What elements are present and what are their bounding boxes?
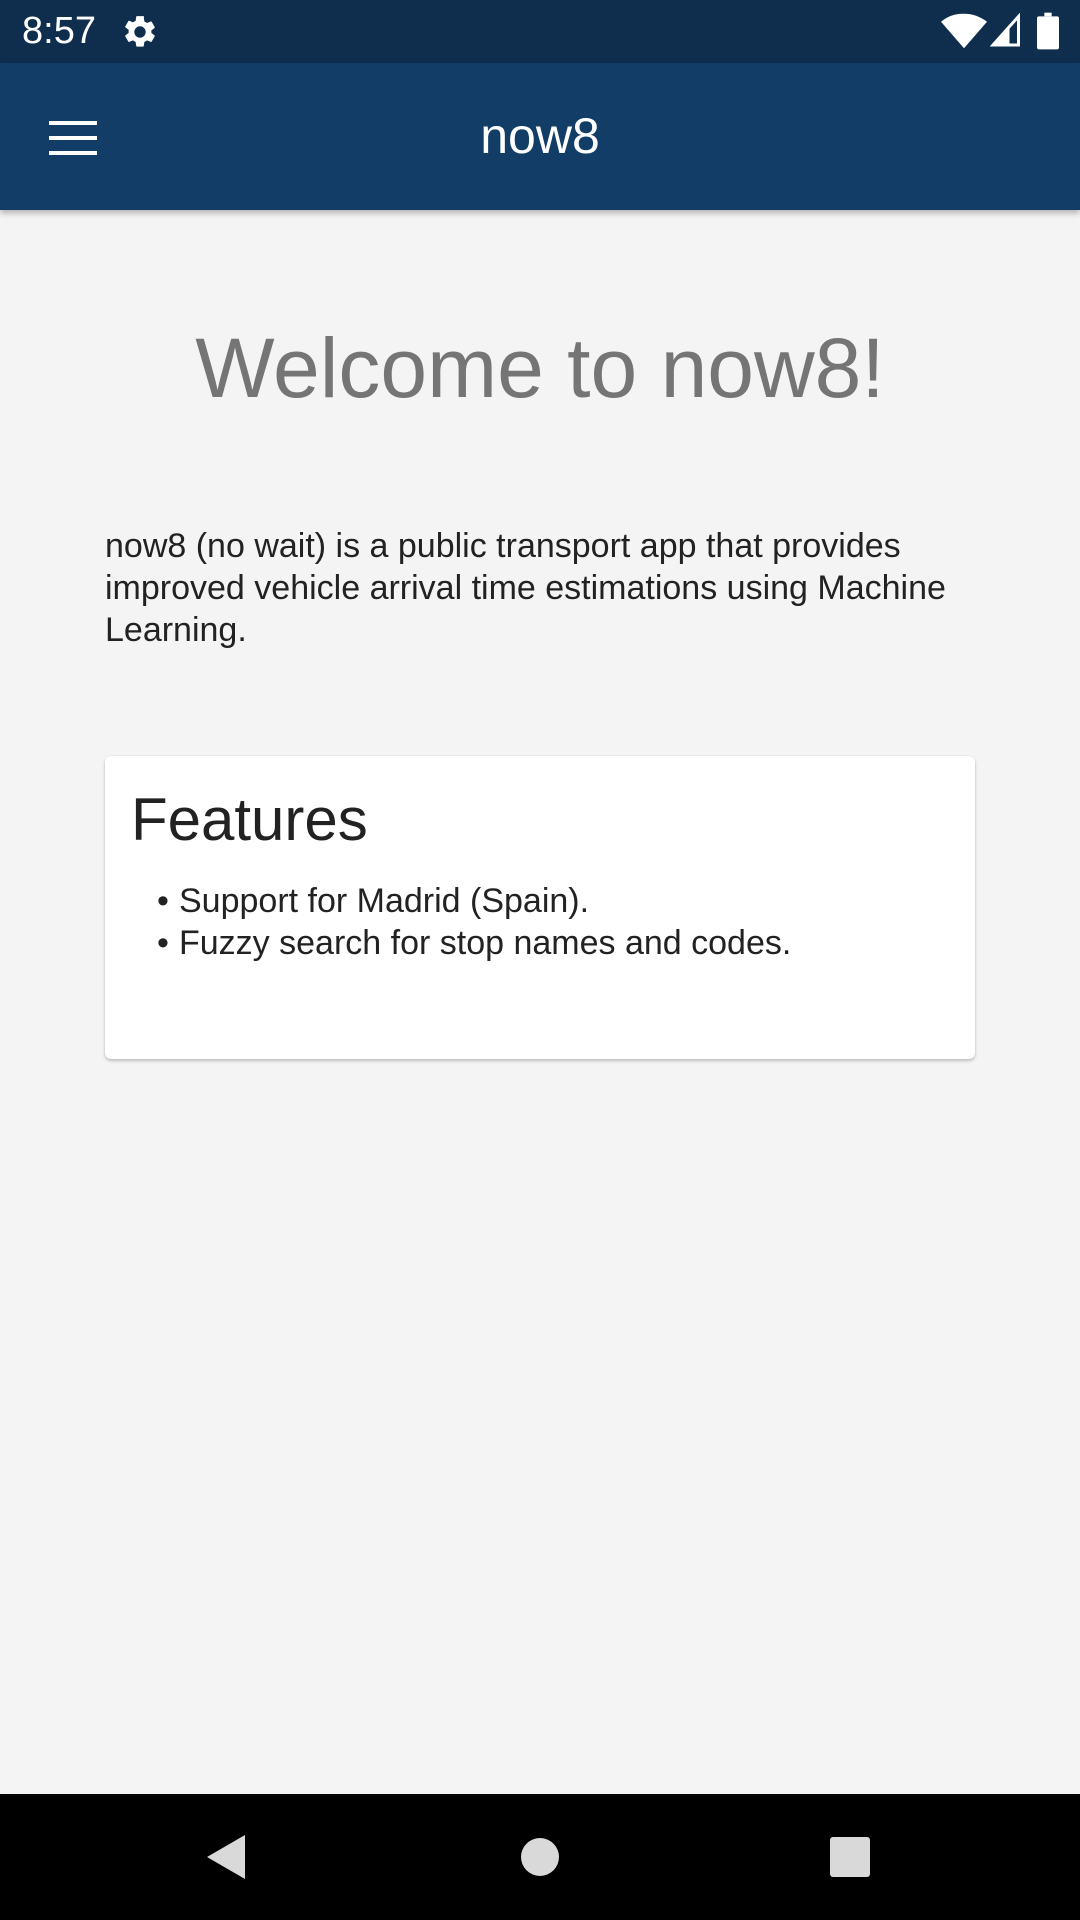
wifi-icon — [941, 13, 987, 49]
app-bar: now8 — [0, 63, 1080, 210]
menu-button[interactable] — [38, 103, 108, 173]
hamburger-menu-icon — [49, 121, 97, 155]
intro-text: now8 (no wait) is a public transport app… — [105, 527, 946, 649]
feature-text: Fuzzy search for stop names and codes. — [179, 924, 792, 962]
bullet: • — [157, 924, 169, 962]
navigation-bar — [0, 1794, 1080, 1920]
app-title: now8 — [480, 108, 600, 164]
settings-gear-icon — [125, 16, 155, 47]
features-title: Features — [131, 786, 368, 853]
feature-text: Support for Madrid (Spain). — [179, 882, 590, 920]
feature-item: • Fuzzy search for stop names and codes. — [157, 922, 791, 964]
screen: 8:57 now8 Welcome to now8! now8 (no wait… — [0, 0, 1080, 1920]
feature-item: • Support for Madrid (Spain). — [157, 880, 791, 922]
status-bar: 8:57 — [0, 0, 1080, 63]
features-card: Features • Support for Madrid (Spain). •… — [105, 756, 975, 1059]
welcome-heading: Welcome to now8! — [195, 321, 885, 415]
home-icon — [521, 1838, 559, 1876]
back-button[interactable] — [196, 1827, 256, 1887]
bullet: • — [157, 882, 169, 920]
cell-signal-icon — [990, 13, 1020, 47]
status-time: 8:57 — [22, 10, 96, 52]
recents-icon — [830, 1837, 870, 1877]
home-button[interactable] — [510, 1827, 570, 1887]
recents-button[interactable] — [820, 1827, 880, 1887]
back-icon — [207, 1835, 245, 1879]
battery-icon — [1037, 12, 1059, 50]
features-list: • Support for Madrid (Spain). • Fuzzy se… — [157, 880, 791, 964]
